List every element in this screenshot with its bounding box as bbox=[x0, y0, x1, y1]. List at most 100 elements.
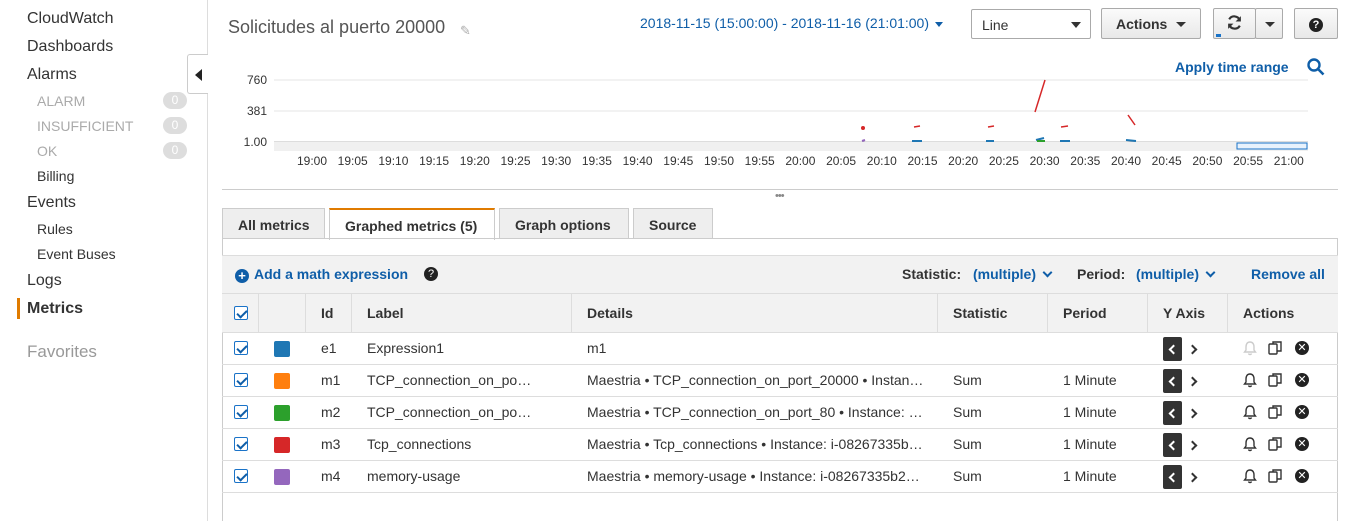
select-all-checkbox[interactable] bbox=[234, 306, 248, 320]
nav-cloudwatch[interactable]: CloudWatch bbox=[27, 10, 114, 28]
time-range-brush[interactable] bbox=[1236, 142, 1308, 150]
collapse-sidebar-button[interactable] bbox=[187, 54, 208, 94]
metric-id[interactable]: m4 bbox=[321, 468, 351, 484]
row-checkbox[interactable] bbox=[234, 341, 248, 355]
move-to-left-axis-button[interactable] bbox=[1163, 369, 1182, 393]
nav-billing[interactable]: Billing bbox=[37, 168, 74, 184]
remove-metric-icon[interactable]: ✕ bbox=[1295, 341, 1309, 355]
graph-type-select[interactable]: Line bbox=[971, 9, 1091, 39]
nav-event-buses[interactable]: Event Buses bbox=[37, 246, 116, 262]
tab-source[interactable]: Source bbox=[633, 208, 713, 239]
series-color-swatch[interactable] bbox=[274, 469, 290, 485]
nav-logs[interactable]: Logs bbox=[27, 272, 62, 290]
nav-ok-state[interactable]: OK bbox=[37, 143, 57, 159]
metric-period[interactable]: 1 Minute bbox=[1063, 468, 1143, 484]
metric-id[interactable]: m3 bbox=[321, 436, 351, 452]
move-to-right-axis-button[interactable] bbox=[1189, 376, 1199, 386]
metric-period[interactable]: 1 Minute bbox=[1063, 404, 1143, 420]
nav-insufficient-state[interactable]: INSUFFICIENT bbox=[37, 118, 133, 134]
series-color-swatch[interactable] bbox=[274, 341, 290, 357]
favorites-heading[interactable]: Favorites bbox=[27, 342, 97, 362]
alarm-bell-icon[interactable] bbox=[1242, 340, 1258, 356]
remove-metric-icon[interactable]: ✕ bbox=[1295, 437, 1309, 451]
metric-statistic[interactable]: Sum bbox=[953, 436, 1043, 452]
metric-id[interactable]: m1 bbox=[321, 372, 351, 388]
column-header-period[interactable]: Period bbox=[1063, 305, 1107, 321]
metrics-chart[interactable]: 760 381 1.00 19:00 19:05 19:10 19:15 19:20 19:2… bbox=[222, 70, 1322, 170]
metric-details[interactable]: Maestria • TCP_connection_on_port_80 • I… bbox=[587, 404, 935, 420]
remove-metric-icon[interactable]: ✕ bbox=[1295, 469, 1309, 483]
move-to-right-axis-button[interactable] bbox=[1189, 472, 1199, 482]
duplicate-icon[interactable] bbox=[1267, 404, 1283, 420]
metric-label[interactable]: TCP_connection_on_po… bbox=[367, 372, 563, 388]
move-to-right-axis-button[interactable] bbox=[1189, 440, 1199, 450]
duplicate-icon[interactable] bbox=[1267, 468, 1283, 484]
metric-label[interactable]: Tcp_connections bbox=[367, 436, 563, 452]
duplicate-icon[interactable] bbox=[1267, 372, 1283, 388]
metric-details[interactable]: Maestria • Tcp_connections • Instance: i… bbox=[587, 436, 935, 452]
x-tick-label: 20:00 bbox=[785, 154, 815, 168]
alarm-bell-icon[interactable] bbox=[1242, 468, 1258, 484]
metric-period[interactable]: 1 Minute bbox=[1063, 436, 1143, 452]
metric-id[interactable]: e1 bbox=[321, 340, 351, 356]
row-checkbox[interactable] bbox=[234, 437, 248, 451]
help-icon[interactable]: ? bbox=[424, 267, 438, 281]
pencil-icon[interactable]: ✎ bbox=[460, 23, 471, 39]
tab-all-metrics[interactable]: All metrics bbox=[222, 208, 325, 239]
add-math-expression-link[interactable]: + Add a math expression bbox=[235, 266, 408, 283]
statistic-value: (multiple) bbox=[973, 266, 1036, 282]
time-range-selector[interactable]: 2018-11-15 (15:00:00) - 2018-11-16 (21:0… bbox=[640, 15, 944, 31]
row-checkbox[interactable] bbox=[234, 469, 248, 483]
duplicate-icon[interactable] bbox=[1267, 436, 1283, 452]
metric-statistic[interactable]: Sum bbox=[953, 468, 1043, 484]
remove-metric-icon[interactable]: ✕ bbox=[1295, 373, 1309, 387]
period-dropdown[interactable]: (multiple) bbox=[1136, 266, 1216, 282]
nav-metrics[interactable]: Metrics bbox=[27, 300, 83, 318]
metric-period[interactable]: 1 Minute bbox=[1063, 372, 1143, 388]
move-to-right-axis-button[interactable] bbox=[1189, 408, 1199, 418]
move-to-left-axis-button[interactable] bbox=[1163, 433, 1182, 457]
nav-rules[interactable]: Rules bbox=[37, 221, 73, 237]
series-color-swatch[interactable] bbox=[274, 437, 290, 453]
metric-label[interactable]: TCP_connection_on_po… bbox=[367, 404, 563, 420]
metric-details[interactable]: Maestria • TCP_connection_on_port_20000 … bbox=[587, 372, 935, 388]
move-to-left-axis-button[interactable] bbox=[1163, 401, 1182, 425]
alarm-bell-icon[interactable] bbox=[1242, 436, 1258, 452]
nav-alarms[interactable]: Alarms bbox=[27, 66, 77, 84]
chart-grid bbox=[274, 79, 1308, 151]
tab-graph-options[interactable]: Graph options bbox=[499, 208, 629, 239]
graph-title[interactable]: Solicitudes al puerto 20000 bbox=[228, 17, 445, 38]
metric-details[interactable]: Maestria • memory-usage • Instance: i-08… bbox=[587, 468, 935, 484]
duplicate-icon[interactable] bbox=[1267, 340, 1283, 356]
column-header-statistic[interactable]: Statistic bbox=[953, 305, 1007, 321]
nav-alarm-state[interactable]: ALARM bbox=[37, 93, 85, 109]
remove-metric-icon[interactable]: ✕ bbox=[1295, 405, 1309, 419]
metric-label[interactable]: Expression1 bbox=[367, 340, 563, 356]
resize-handle[interactable]: ••• bbox=[775, 190, 785, 202]
metric-label[interactable]: memory-usage bbox=[367, 468, 563, 484]
help-button[interactable]: ? bbox=[1294, 8, 1338, 39]
metric-id[interactable]: m2 bbox=[321, 404, 351, 420]
nav-dashboards[interactable]: Dashboards bbox=[27, 38, 113, 56]
tab-graphed-metrics[interactable]: Graphed metrics (5) bbox=[329, 208, 495, 240]
metric-statistic[interactable]: Sum bbox=[953, 404, 1043, 420]
series-color-swatch[interactable] bbox=[274, 373, 290, 389]
alarm-bell-icon[interactable] bbox=[1242, 372, 1258, 388]
metric-statistic[interactable]: Sum bbox=[953, 372, 1043, 388]
row-checkbox[interactable] bbox=[234, 373, 248, 387]
move-to-right-axis-button[interactable] bbox=[1189, 344, 1199, 354]
move-to-left-axis-button[interactable] bbox=[1163, 337, 1182, 361]
remove-all-link[interactable]: Remove all bbox=[1251, 266, 1325, 282]
metric-details[interactable]: m1 bbox=[587, 340, 935, 356]
series-color-swatch[interactable] bbox=[274, 405, 290, 421]
refresh-interval-dropdown[interactable] bbox=[1255, 8, 1283, 39]
alarm-bell-icon[interactable] bbox=[1242, 404, 1258, 420]
statistic-dropdown[interactable]: (multiple) bbox=[973, 266, 1053, 282]
column-header-label[interactable]: Label bbox=[367, 305, 404, 321]
nav-events[interactable]: Events bbox=[27, 194, 76, 212]
column-header-details[interactable]: Details bbox=[587, 305, 633, 321]
row-checkbox[interactable] bbox=[234, 405, 248, 419]
actions-button[interactable]: Actions bbox=[1101, 8, 1201, 39]
move-to-left-axis-button[interactable] bbox=[1163, 465, 1182, 489]
column-header-id[interactable]: Id bbox=[321, 305, 333, 321]
